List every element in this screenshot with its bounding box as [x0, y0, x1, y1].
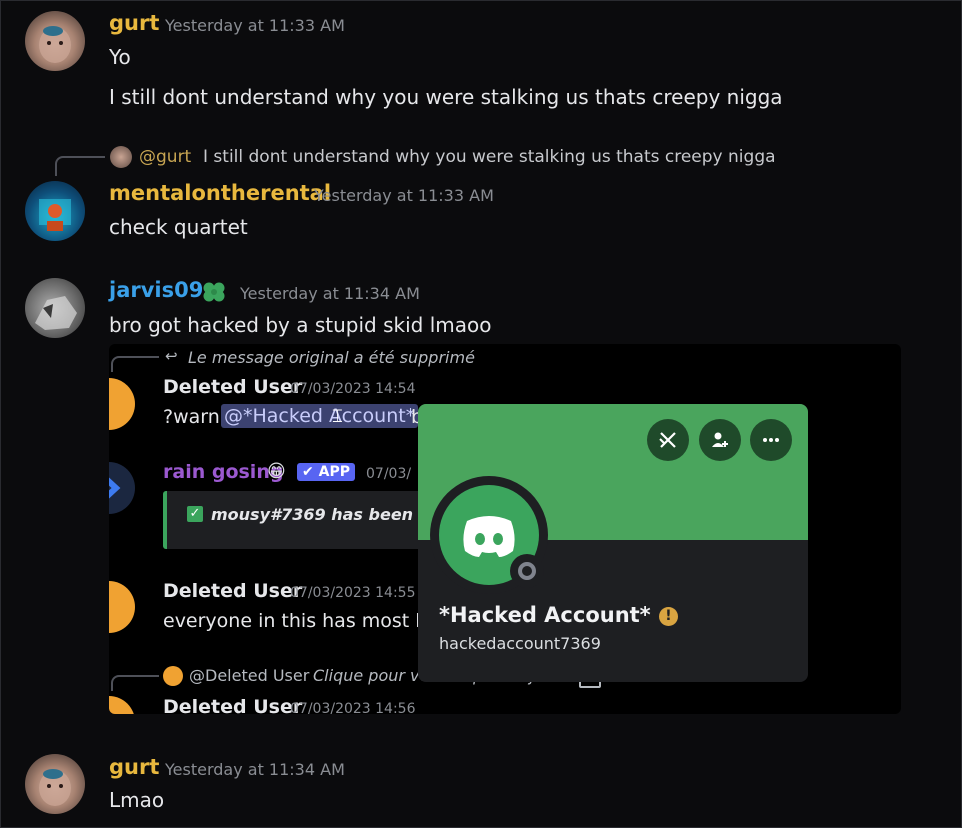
avatar-jarvis09[interactable] [25, 278, 85, 338]
reply-connector [55, 156, 105, 176]
timestamp: Yesterday at 11:34 AM [240, 284, 420, 303]
timestamp: Yesterday at 11:33 AM [314, 186, 494, 205]
embed-text: ?warn [163, 406, 220, 428]
add-friend-icon [699, 419, 741, 461]
popup-display-name: *Hacked Account* [439, 603, 651, 627]
author-name[interactable]: gurt [109, 11, 159, 35]
avatar-jarvis-image [35, 296, 77, 330]
app-avatar [109, 462, 135, 514]
avatar-gurt-image [39, 769, 71, 806]
deleted-user-avatar [109, 581, 135, 633]
embed-time: 07/03/ [366, 466, 412, 482]
avatar-gurt-image [39, 26, 71, 63]
reply-avatar[interactable] [110, 146, 132, 168]
embed-reply-connector [111, 675, 159, 691]
mention-hacked-account: @*Hacked Account* [221, 404, 419, 428]
message-text: Lmao [109, 788, 165, 812]
author-name[interactable]: mentalontherental [109, 181, 331, 205]
author-name[interactable]: gurt [109, 755, 159, 779]
deleted-user-avatar [109, 378, 135, 430]
reply-author[interactable]: @gurt [139, 147, 191, 167]
message-text: check quartet [109, 215, 248, 239]
deleted-user-avatar [109, 696, 135, 714]
bot-embed-text: mousy#7369 has been wa [211, 505, 445, 524]
app-badge-label: APP [318, 464, 350, 480]
embed-author: Deleted User [163, 580, 303, 602]
embed-time: 07/03/2023 14:56 [290, 701, 416, 714]
app-badge: ✔ APP [297, 463, 355, 481]
reply-text[interactable]: I still dont understand why you were sta… [203, 147, 776, 167]
timestamp: Yesterday at 11:33 AM [165, 16, 345, 35]
more-icon [750, 419, 792, 461]
emoji-grin: 😁 [267, 461, 286, 482]
embed-author: Deleted User [163, 696, 303, 714]
message-text: Yo [109, 45, 131, 69]
deleted-reply-text: Le message original a été supprimé [188, 348, 475, 367]
popup-avatar [430, 476, 548, 594]
profile-popup: *Hacked Account* ! hackedaccount7369 [418, 404, 808, 682]
clover-icon [200, 279, 228, 305]
cursor-icon: ⌶ [332, 406, 343, 427]
author-name[interactable]: jarvis09 [109, 278, 203, 302]
timestamp: Yesterday at 11:34 AM [165, 760, 345, 779]
swords-off-icon [647, 419, 689, 461]
warning-icon: ! [659, 607, 678, 626]
embed-time: 07/03/2023 14:54 [290, 381, 416, 397]
message-text: I still dont understand why you were sta… [109, 85, 783, 109]
avatar-mentalontherental[interactable] [25, 181, 85, 241]
reply-avatar [163, 666, 183, 686]
avatar-mental-image [39, 199, 71, 231]
message-text: bro got hacked by a stupid skid lmaoo [109, 313, 492, 337]
embed-reply-author: @Deleted User [189, 666, 310, 685]
reply-arrow-icon: ↩ [165, 347, 178, 365]
embed-author: Deleted User [163, 376, 303, 398]
avatar-gurt[interactable] [25, 11, 85, 71]
status-offline-icon [510, 554, 544, 588]
embed-reply-connector [111, 356, 159, 372]
embed-time: 07/03/2023 14:55 [290, 585, 416, 601]
embed-text: everyone in this has most like [163, 610, 448, 632]
embed-author-rain: rain gosing [163, 461, 284, 483]
avatar-gurt[interactable] [25, 754, 85, 814]
checkbox-icon: ✓ [187, 506, 203, 522]
popup-username: hackedaccount7369 [439, 634, 601, 653]
